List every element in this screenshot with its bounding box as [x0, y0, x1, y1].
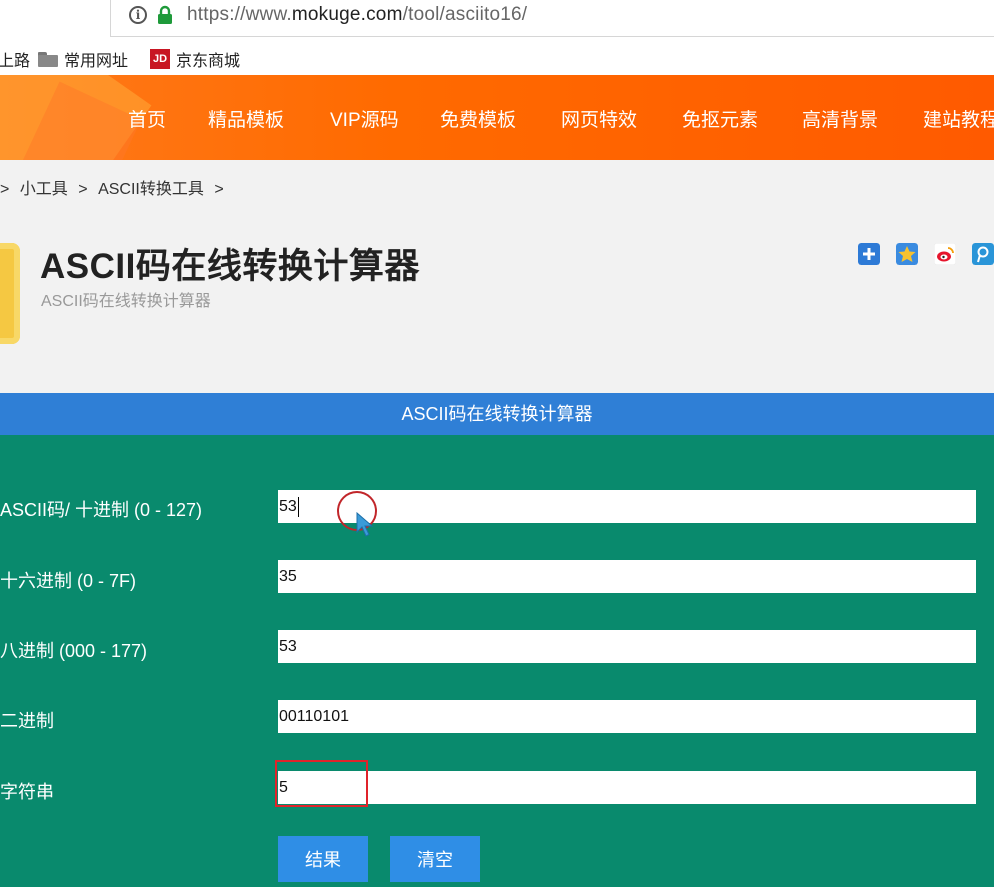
tool-title-bar: ASCII码在线转换计算器	[0, 393, 994, 435]
result-button[interactable]: 结果	[278, 836, 368, 882]
decimal-label: ASCII码/ 十进制 (0 - 127)	[0, 500, 203, 520]
bookmark-folder-common[interactable]: 常用网址	[38, 47, 128, 71]
nav-item-cutout-elements[interactable]: 免抠元素	[682, 105, 758, 132]
nav-item-home[interactable]: 首页	[128, 105, 166, 132]
binary-label: 二进制	[0, 711, 54, 731]
hex-label: 十六进制 (0 - 7F)	[0, 571, 137, 591]
breadcrumb-separator: >	[78, 181, 88, 198]
string-field-highlight	[275, 760, 368, 807]
bookmark-label: 常用网址	[64, 53, 129, 70]
nav-item-vip-source[interactable]: VIP源码	[330, 105, 399, 132]
octal-input[interactable]	[278, 630, 976, 663]
bookmark-label: 上路	[0, 53, 31, 70]
text-caret	[298, 497, 299, 517]
url-text[interactable]: https://www.mokuge.com/tool/asciito16/	[187, 4, 527, 26]
folder-icon	[38, 51, 58, 67]
nav-item-premium-templates[interactable]: 精品模板	[208, 105, 284, 132]
decimal-input[interactable]	[278, 490, 976, 523]
breadcrumb-separator: >	[0, 181, 10, 198]
add-icon[interactable]	[858, 243, 880, 265]
page-subtitle: ASCII码在线转换计算器	[41, 293, 211, 310]
nav-item-web-effects[interactable]: 网页特效	[561, 105, 637, 132]
nav-item-tutorials[interactable]: 建站教程	[923, 105, 994, 132]
nav-item-hd-backgrounds[interactable]: 高清背景	[802, 105, 878, 132]
breadcrumb-link-tools[interactable]: 小工具	[20, 181, 68, 198]
string-label: 字符串	[0, 782, 54, 802]
binary-input[interactable]	[278, 700, 976, 733]
string-input[interactable]	[278, 771, 976, 804]
main-navigation: 首页 精品模板 VIP源码 免费模板 网页特效 免抠元素 高清背景 建站教程	[0, 75, 994, 160]
bookmark-item[interactable]: 上路	[0, 47, 30, 71]
page-title: ASCII码在线转换计算器	[40, 247, 420, 286]
info-icon[interactable]: i	[129, 6, 147, 24]
breadcrumb: > 小工具 > ASCII转换工具 >	[0, 175, 230, 199]
tencent-icon[interactable]	[972, 243, 994, 265]
nav-item-free-templates[interactable]: 免费模板	[440, 105, 516, 132]
url-field[interactable]: i https://www.mokuge.com/tool/asciito16/	[110, 0, 994, 37]
breadcrumb-separator: >	[214, 181, 224, 198]
qzone-icon[interactable]	[896, 243, 918, 265]
mouse-cursor-icon	[356, 512, 374, 537]
breadcrumb-link-ascii[interactable]: ASCII转换工具	[98, 181, 204, 198]
clear-button[interactable]: 清空	[390, 836, 480, 882]
browser-address-bar: i https://www.mokuge.com/tool/asciito16/	[0, 0, 994, 38]
weibo-icon[interactable]	[934, 243, 956, 265]
bookmark-label: 京东商城	[176, 53, 241, 70]
hex-input[interactable]	[278, 560, 976, 593]
bookmarks-bar: 上路 常用网址 JD 京东商城	[0, 38, 994, 76]
tool-logo	[0, 243, 20, 344]
bookmark-jd[interactable]: JD 京东商城	[150, 47, 240, 71]
octal-label: 八进制 (000 - 177)	[0, 641, 148, 661]
jd-logo-icon: JD	[150, 49, 170, 69]
lock-icon	[158, 5, 172, 24]
